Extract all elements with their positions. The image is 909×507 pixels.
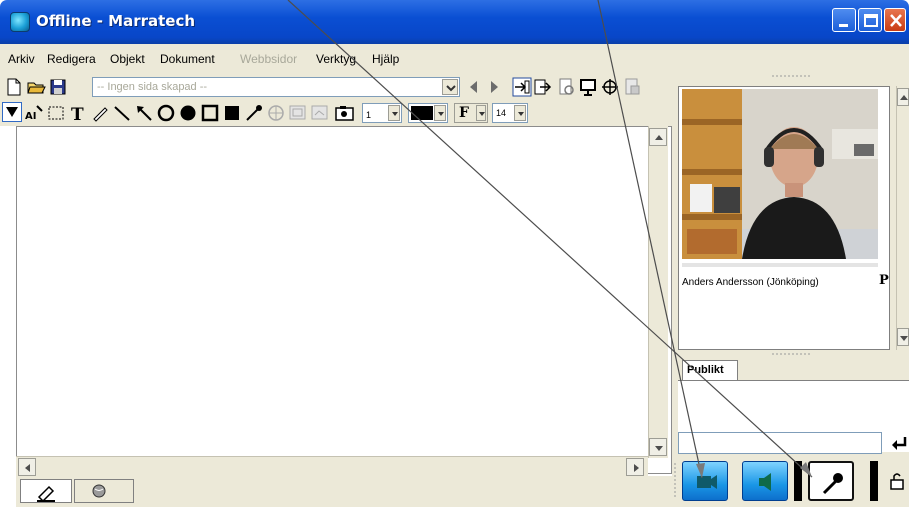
microphone-level-meter	[870, 461, 878, 501]
scroll-down-button[interactable]	[649, 438, 667, 456]
chevron-down-icon[interactable]	[388, 105, 400, 121]
insert-web-icon	[268, 105, 284, 121]
svg-text:AI: AI	[25, 111, 36, 122]
rectangle-select-icon[interactable]	[46, 103, 66, 123]
svg-text:T: T	[71, 105, 84, 123]
canvas-horizontal-scrollbar[interactable]	[16, 456, 648, 476]
arrow-tool-icon[interactable]	[134, 103, 154, 123]
menu-objekt[interactable]: Objekt	[110, 52, 145, 66]
toolbar-grip	[674, 463, 676, 499]
tab-web[interactable]	[74, 479, 134, 503]
color-swatch	[411, 106, 433, 120]
rectangle-tool-icon[interactable]	[200, 103, 220, 123]
color-select[interactable]	[408, 103, 448, 123]
title-bar[interactable]: Offline - Marratech	[0, 0, 909, 44]
canvas-vertical-scrollbar[interactable]	[648, 126, 668, 458]
font-select[interactable]: F	[454, 103, 488, 123]
filled-ellipse-tool-icon[interactable]	[178, 103, 198, 123]
chevron-down-icon[interactable]	[514, 105, 526, 121]
video-panel: Anders Andersson (Jönköping) P	[678, 86, 890, 350]
pencil-icon	[37, 485, 55, 503]
camera-button[interactable]	[682, 461, 728, 501]
microphone-button[interactable]	[808, 461, 854, 501]
document-lock-icon[interactable]	[622, 77, 642, 97]
minimize-button[interactable]	[832, 8, 856, 32]
enter-arrow-icon[interactable]	[890, 434, 908, 452]
editor-tab-bar	[16, 476, 672, 507]
maximize-button[interactable]	[858, 8, 882, 32]
camera-icon	[697, 475, 717, 489]
next-page-icon[interactable]	[484, 77, 504, 97]
microphone-icon	[822, 473, 843, 495]
print-preview-icon[interactable]	[556, 77, 576, 97]
add-page-icon[interactable]	[512, 77, 532, 97]
menu-webbsidor: Webbsidor	[240, 52, 298, 66]
new-document-icon[interactable]	[4, 77, 24, 97]
video-scrollbar[interactable]	[896, 86, 909, 350]
text-tool-icon[interactable]: T	[68, 103, 88, 123]
line-width-select[interactable]: 1	[362, 103, 402, 123]
drawing-toolbar: AI T 1 F 14	[0, 100, 672, 126]
pointer-target-icon[interactable]	[600, 77, 620, 97]
insert-image-icon	[289, 105, 306, 120]
right-panel: Anders Andersson (Jönköping) P Publikt	[672, 74, 909, 507]
close-button[interactable]	[884, 8, 906, 32]
splitter-handle-middle[interactable]	[672, 352, 909, 358]
whiteboard-canvas[interactable]	[16, 126, 672, 474]
scroll-down-button[interactable]	[897, 328, 909, 346]
scroll-up-button[interactable]	[649, 128, 667, 146]
insert-slide-icon	[311, 105, 328, 120]
media-controls	[672, 457, 909, 507]
pen-icon[interactable]	[90, 103, 110, 123]
tab-whiteboard[interactable]	[20, 479, 72, 503]
font-button-label: F	[459, 105, 469, 121]
text-select-icon[interactable]: AI	[24, 103, 44, 123]
splitter-handle-top[interactable]	[672, 74, 909, 80]
scroll-up-button[interactable]	[897, 88, 909, 106]
color-picker-icon[interactable]	[244, 103, 264, 123]
menu-bar: Arkiv Redigera Objekt Dokument Webbsidor…	[0, 44, 909, 74]
participant-video[interactable]	[682, 89, 878, 259]
globe-icon	[92, 484, 106, 498]
export-page-icon[interactable]	[532, 77, 552, 97]
line-tool-icon[interactable]	[112, 103, 132, 123]
chevron-down-icon[interactable]	[442, 79, 458, 95]
page-select-value: -- Ingen sida skapad --	[97, 81, 208, 93]
select-arrow-icon[interactable]	[2, 102, 22, 122]
presenter-badge: P	[879, 273, 889, 288]
chevron-down-icon[interactable]	[476, 105, 486, 121]
lock-icon[interactable]	[888, 471, 906, 491]
menu-arkiv[interactable]: Arkiv	[8, 52, 35, 66]
line-width-value: 1	[366, 110, 372, 120]
presentation-icon[interactable]	[578, 77, 598, 97]
ellipse-tool-icon[interactable]	[156, 103, 176, 123]
menu-verktyg[interactable]: Verktyg	[316, 52, 356, 66]
open-folder-icon[interactable]	[26, 77, 46, 97]
chevron-down-icon[interactable]	[434, 105, 446, 121]
page-select[interactable]: -- Ingen sida skapad --	[92, 77, 460, 97]
font-size-select[interactable]: 14	[492, 103, 528, 123]
window-title: Offline - Marratech	[36, 12, 196, 30]
font-size-value: 14	[496, 108, 507, 118]
filled-rectangle-tool-icon[interactable]	[222, 103, 242, 123]
speaker-level-meter	[794, 461, 802, 501]
menu-redigera[interactable]: Redigera	[47, 52, 96, 66]
scroll-left-button[interactable]	[18, 458, 36, 476]
speaker-button[interactable]	[742, 461, 788, 501]
menu-dokument[interactable]: Dokument	[160, 52, 215, 66]
video-divider	[682, 263, 878, 267]
snapshot-icon[interactable]	[334, 103, 354, 123]
participant-name: Anders Andersson (Jönköping)	[682, 277, 819, 288]
previous-page-icon[interactable]	[464, 77, 484, 97]
speaker-icon	[759, 473, 771, 491]
menu-hjalp[interactable]: Hjälp	[372, 52, 399, 66]
chat-input[interactable]	[678, 432, 882, 454]
document-toolbar: -- Ingen sida skapad --	[0, 74, 672, 100]
save-icon[interactable]	[48, 77, 68, 97]
marratech-logo-icon	[10, 12, 30, 32]
tab-publikt[interactable]: Publikt	[682, 360, 738, 380]
scroll-right-button[interactable]	[626, 458, 644, 476]
